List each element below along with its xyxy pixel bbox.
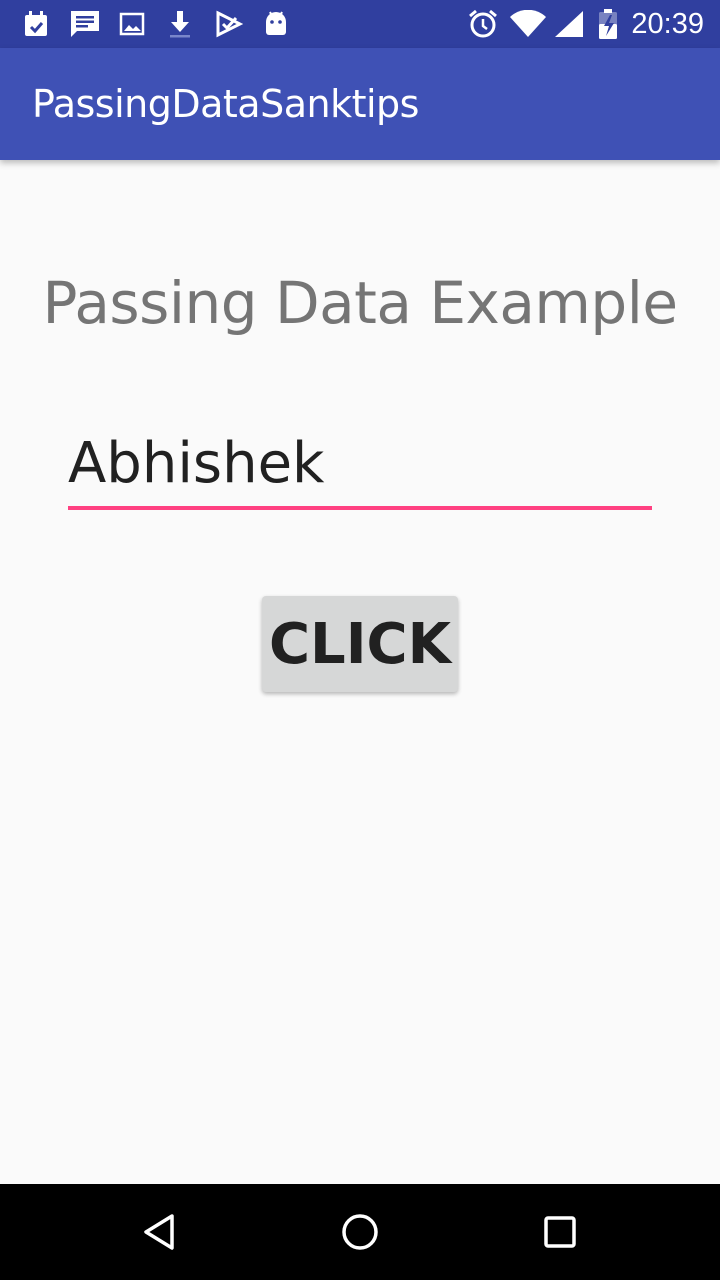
download-icon [166,8,194,40]
page-heading: Passing Data Example [42,269,678,337]
signal-icon [552,8,586,40]
status-bar: 20:39 [0,0,720,48]
name-field[interactable] [68,424,652,510]
screen: 20:39 PassingDataSanktips Passing Data E… [0,0,720,1280]
check-icon [214,8,244,40]
alarm-icon [466,8,500,40]
wifi-icon [508,8,548,40]
navigation-bar [0,1184,720,1280]
android-icon [262,8,290,40]
recents-icon[interactable] [536,1208,584,1256]
home-icon[interactable] [336,1208,384,1256]
battery-charging-icon [596,8,620,40]
calendar-icon [22,8,50,40]
app-bar: PassingDataSanktips [0,48,720,160]
input-underline [68,506,652,510]
status-time: 20:39 [631,8,704,40]
click-button[interactable]: CLICK [262,596,458,692]
image-icon [118,8,146,40]
message-icon [68,8,102,40]
back-icon[interactable] [136,1208,184,1256]
name-input[interactable] [68,424,652,504]
app-title: PassingDataSanktips [32,82,419,126]
